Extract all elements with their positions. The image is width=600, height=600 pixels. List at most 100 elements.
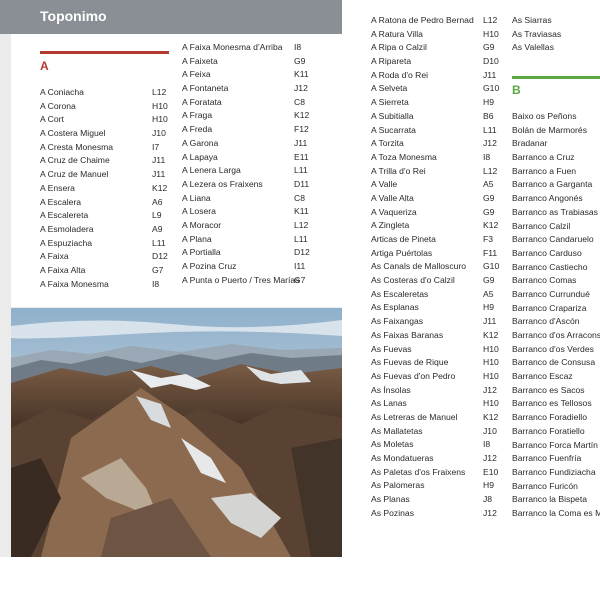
index-entry-name: As Faixangas [371, 316, 424, 327]
index-entry: A Fontaneta J12 [182, 82, 312, 96]
mountain-photo-svg [11, 308, 342, 557]
index-entry-grid-ref: K11 [294, 69, 309, 80]
index-entry-grid-ref: L11 [294, 165, 308, 176]
index-entry-grid-ref: I8 [483, 439, 491, 450]
index-entry-grid-ref: A5 [483, 179, 494, 190]
index-entry-name: A Ratona de Pedro Bernad [371, 15, 474, 25]
index-entry: A Punta o Puerto / Tres Marías G7 [182, 274, 312, 288]
index-entry: Barranco Fuenfría [512, 452, 600, 466]
index-entry-name: A Lapaya [182, 151, 218, 162]
index-entry: A Ratura Villa H10 [371, 28, 506, 42]
section-a-letter: A [40, 59, 49, 73]
index-entry-name: As Siarras [512, 15, 552, 25]
index-entry-grid-ref: K12 [294, 110, 310, 121]
index-entry: As Faixangas J11 [371, 315, 506, 329]
index-entry-name: A Subitialla [371, 110, 414, 121]
index-entry-grid-ref: G10 [483, 261, 500, 272]
index-entry-grid-ref: J10 [483, 425, 497, 436]
index-entry: As Paletas d'os Fraixens E10 [371, 466, 506, 480]
index-entry: As Canals de Malloscuro G10 [371, 260, 506, 274]
index-entry-name: As Fuevas d'on Pedro [371, 370, 456, 381]
index-entry: Barranco es Sacos [512, 384, 600, 398]
index-entry-name: A Zingleta [371, 220, 410, 231]
index-entry: A Vaqueriza G9 [371, 206, 506, 220]
index-entry-name: A Moracor [182, 219, 222, 230]
index-entry-name: Barranco la Coma es Mo [512, 507, 600, 518]
index-entry-grid-ref: A9 [152, 223, 163, 234]
index-entry: Barranco Foradiello [512, 411, 600, 425]
index-entry: A Pozina Cruz I11 [182, 260, 312, 274]
index-entry: As Fuevas H10 [371, 343, 506, 357]
index-entry-grid-ref: L11 [152, 237, 166, 248]
index-entry-grid-ref: G9 [483, 42, 495, 53]
index-entry-grid-ref: L12 [294, 219, 309, 230]
index-entry-name: As Mondatueras [371, 453, 434, 463]
index-entry: A Sierreta H9 [371, 96, 506, 110]
index-entry-name: Bradanar [512, 138, 548, 149]
index-entry: Barranco Escaz [512, 370, 600, 384]
index-entry-grid-ref: J8 [483, 494, 493, 505]
index-entry-name: Barranco a Garganta [512, 179, 593, 190]
index-entry: Barranco Fundiziacha [512, 466, 600, 480]
index-entry-name: Barranco Forca Martín [512, 439, 598, 450]
index-entry-grid-ref: J12 [483, 384, 497, 395]
index-entry-name: A Foratata [182, 96, 222, 107]
index-entry-grid-ref: D10 [483, 56, 499, 67]
index-entry: A Liana C8 [182, 192, 312, 206]
index-entry-name: Barranco de Consusa [512, 357, 596, 368]
index-entry: As Ínsolas J12 [371, 384, 506, 398]
index-entry: As Moletas I8 [371, 438, 506, 452]
index-entry-name: Barranco a Fuen [512, 165, 577, 176]
index-entry-name: A Esmoladera [40, 223, 94, 234]
index-entry-grid-ref: K12 [152, 182, 168, 193]
index-entry: Barranco a Cruz [512, 151, 600, 165]
index-entry: Barranco Foratiello [512, 425, 600, 439]
index-entry-name: A Fontaneta [182, 83, 229, 94]
index-entry-name: As Letreras de Manuel [371, 411, 458, 422]
index-entry-grid-ref: H10 [483, 343, 499, 354]
index-entry-name: Barranco la Bispeta [512, 494, 587, 505]
index-entry: A Faixa Monesma I8 [40, 278, 170, 292]
index-entry: Barranco la Bispeta [512, 493, 600, 507]
index-entry: As Esplanas H9 [371, 301, 506, 315]
index-entry: A Valle Alta G9 [371, 192, 506, 206]
index-entry-grid-ref: L9 [152, 210, 162, 221]
index-entry-name: A Feixa [182, 69, 211, 80]
index-entry: A Coniacha L12 [40, 86, 170, 100]
index-entry-grid-ref: C8 [294, 192, 305, 203]
index-entry-name: Barranco a Cruz [512, 152, 575, 163]
index-entry-name: Barranco d'Ascón [512, 316, 580, 327]
index-entry-name: A Garona [182, 137, 219, 148]
index-entry: A Lezera os Fraixens D11 [182, 178, 312, 192]
index-entry: As Costeras d'o Calzil G9 [371, 274, 506, 288]
index-entry: Bradanar [512, 137, 600, 151]
index-entry-name: A Escalera [40, 196, 82, 207]
index-entry-grid-ref: D12 [294, 247, 310, 258]
index-entry: A Ensera K12 [40, 182, 170, 196]
index-entry-name: Barranco Angonés [512, 193, 583, 204]
index-entry: As Escaleretas A5 [371, 288, 506, 302]
index-entry: Barranco Furicón [512, 480, 600, 494]
index-entry: Barranco Currundué [512, 288, 600, 302]
index-entry-name: As Moletas [371, 439, 414, 450]
index-entry: As Siarras [512, 14, 600, 28]
index-entry-name: A Faixa [40, 251, 69, 262]
index-entry: A Subitialla B6 [371, 110, 506, 124]
index-entry-grid-ref: J12 [294, 83, 308, 94]
index-entry-name: As Lanas [371, 398, 407, 409]
index-column-b: Baixo os Peñons Bolán de Marmorés Bradanar… [512, 110, 600, 521]
index-entry-name: A Punta o Puerto / Tres Marías [182, 274, 300, 285]
index-entry: A Fraga K12 [182, 109, 312, 123]
index-entry-name: As Valellas [512, 42, 554, 53]
index-entry: Barranco Angonés [512, 192, 600, 206]
index-entry: A Roda d'o Rei J11 [371, 69, 506, 83]
index-entry: Barranco d'os Verdes [512, 343, 600, 357]
index-entry-name: A Faixeta [182, 55, 218, 66]
index-entry: Barranco Crapariza [512, 302, 600, 316]
index-entry: As Pozinas J12 [371, 507, 506, 521]
index-entry: As Palomeras H9 [371, 479, 506, 493]
index-entry-name: Artiga Puértolas [371, 247, 433, 258]
index-column-a: A Coniacha L12 A Corona H10 A Cort H10 A Coste… [40, 86, 170, 291]
index-entry-name: Barranco Foratiello [512, 425, 585, 436]
index-entry-grid-ref: G10 [483, 83, 500, 94]
